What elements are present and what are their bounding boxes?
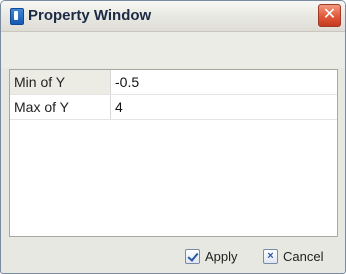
apply-label: Apply xyxy=(205,248,238,264)
property-name: Min of Y xyxy=(10,70,111,95)
window-title: Property Window xyxy=(28,7,152,24)
title-bar[interactable]: Property Window ✕ xyxy=(1,1,345,32)
cancel-button[interactable]: × Cancel xyxy=(263,246,323,266)
property-value-field[interactable]: 4 xyxy=(110,94,337,120)
property-table: Min of Y -0.5 Max of Y 4 xyxy=(10,70,337,120)
toolbar-strip xyxy=(1,32,345,68)
property-value-field[interactable]: -0.5 xyxy=(110,70,337,95)
x-icon: × xyxy=(263,248,278,264)
apply-button[interactable]: Apply xyxy=(185,246,238,266)
close-button[interactable]: ✕ xyxy=(318,4,341,27)
close-icon: ✕ xyxy=(322,6,337,23)
property-grid: Min of Y -0.5 Max of Y 4 xyxy=(9,69,338,237)
property-row-min-y[interactable]: Min of Y -0.5 xyxy=(10,70,337,95)
checkmark-icon xyxy=(185,248,200,264)
property-name: Max of Y xyxy=(10,94,111,120)
button-bar: Apply × Cancel xyxy=(1,239,345,273)
app-icon xyxy=(10,8,24,25)
property-window: Property Window ✕ Min of Y -0.5 Max of Y… xyxy=(0,0,346,274)
property-row-max-y[interactable]: Max of Y 4 xyxy=(10,94,337,120)
cancel-label: Cancel xyxy=(283,248,324,264)
